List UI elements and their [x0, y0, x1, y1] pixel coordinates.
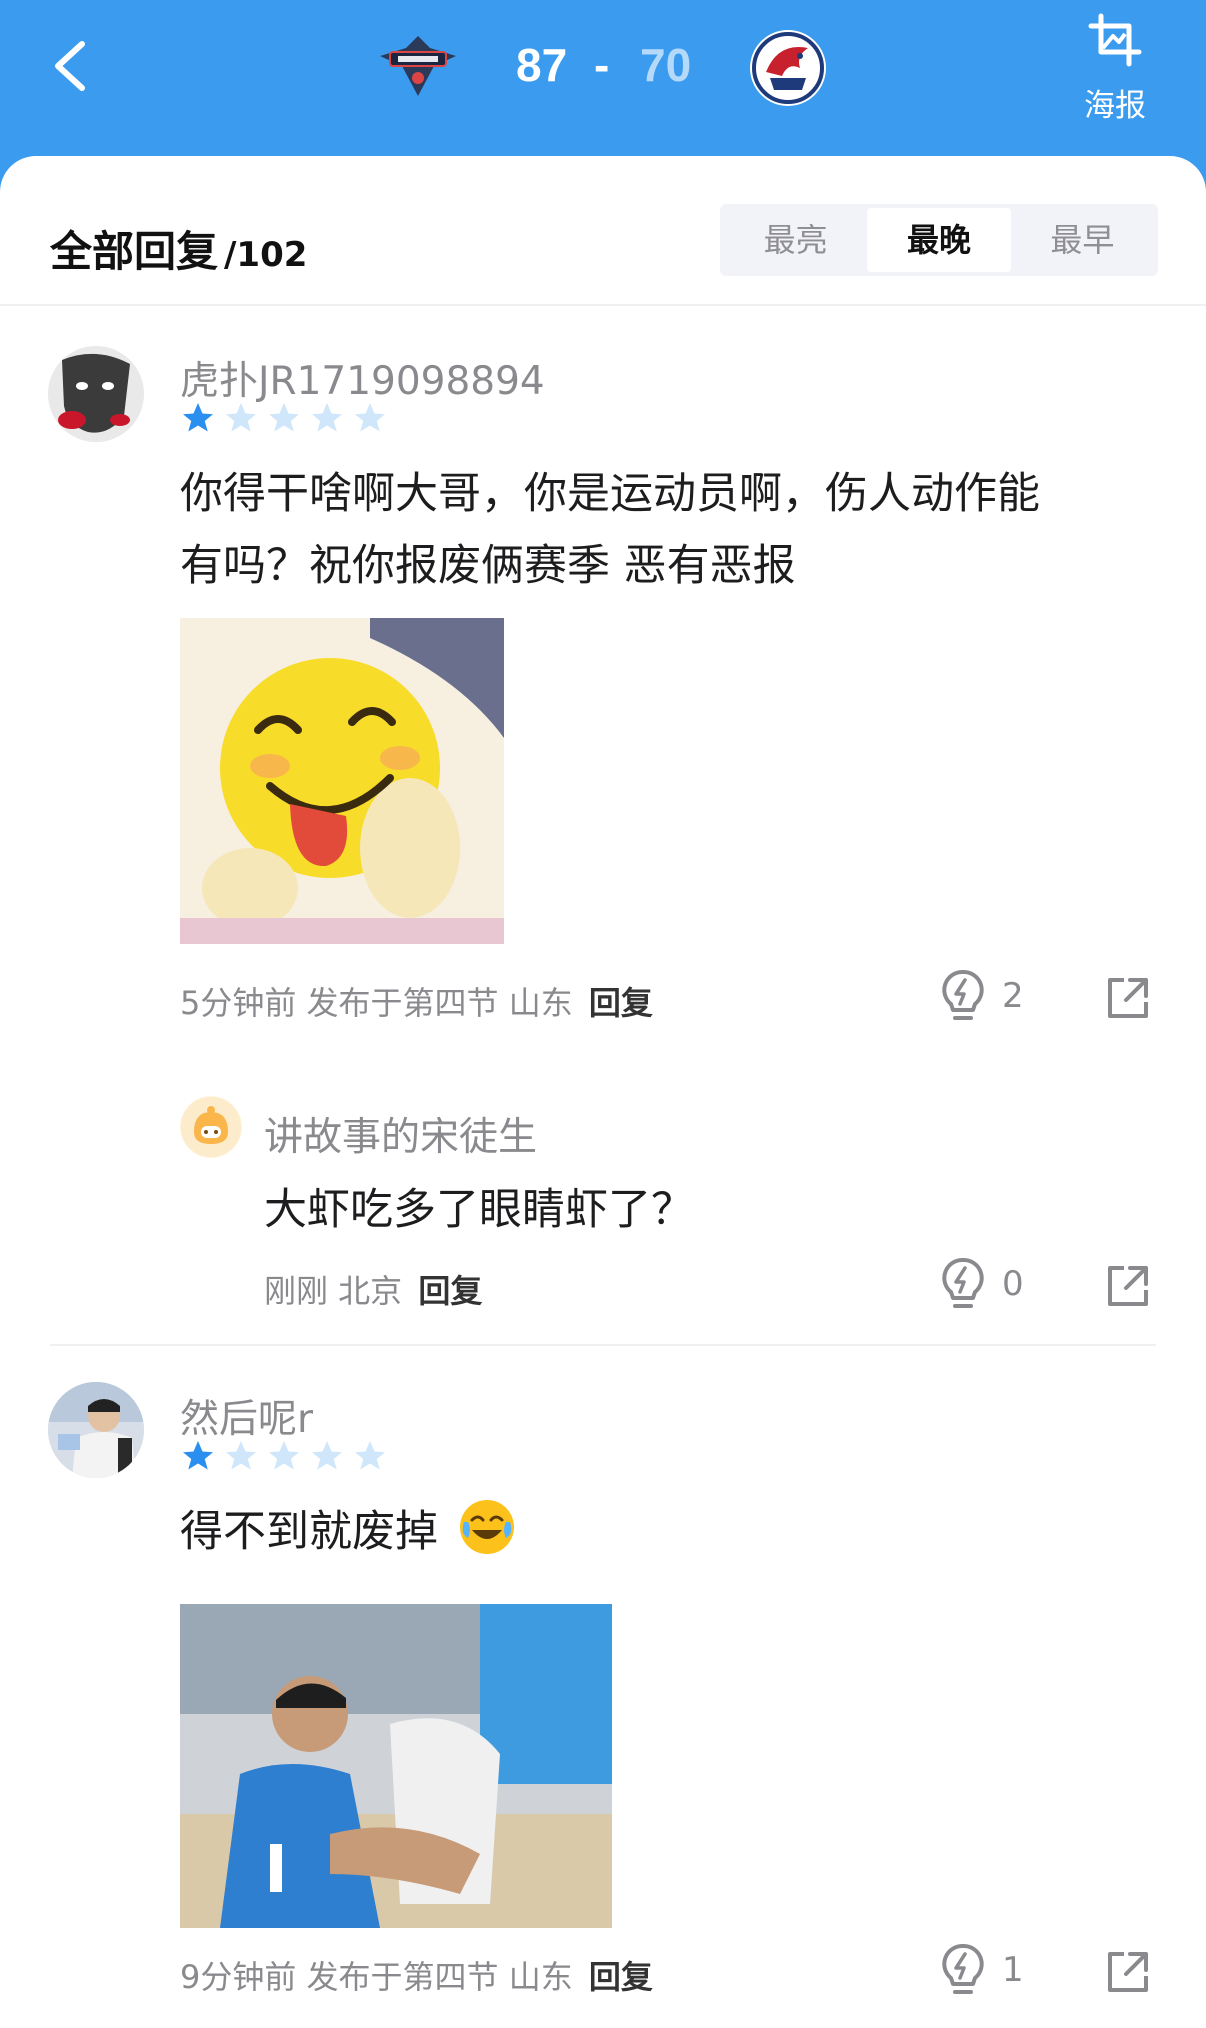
- comment-meta: 5分钟前 发布于第四节 山东 回复: [180, 978, 653, 1024]
- comment-text-line: 你得干啥啊大哥，你是运动员啊，伤人动作能: [180, 469, 1040, 519]
- username[interactable]: 讲故事的宋徒生: [264, 1106, 537, 1162]
- username[interactable]: 然后呢r: [180, 1388, 313, 1444]
- replies-header: 全部回复/102 最亮 最晚 最早: [0, 156, 1206, 306]
- avatar[interactable]: [48, 346, 144, 442]
- comment-text: 得不到就废掉: [180, 1496, 1160, 1568]
- away-team-logo[interactable]: [748, 28, 828, 108]
- replies-title: 全部回复/102: [50, 218, 307, 279]
- like-button[interactable]: 0: [940, 1256, 1050, 1316]
- like-button[interactable]: 1: [940, 1942, 1050, 2002]
- star-rating: [180, 400, 388, 436]
- star-empty-icon: [269, 1441, 299, 1470]
- reply-button[interactable]: 回复: [589, 984, 653, 1022]
- home-team-logo[interactable]: [376, 30, 460, 102]
- chevron-left-icon: [55, 41, 85, 91]
- comment-text-content: 得不到就废掉: [180, 1507, 438, 1557]
- avatar[interactable]: [180, 1096, 242, 1158]
- tab-earliest[interactable]: 最早: [1011, 208, 1154, 272]
- laughing-crying-emoji-icon: [459, 1500, 514, 1554]
- comment-text: 你得干啥啊大哥，你是运动员啊，伤人动作能 有吗？祝你报废俩赛季 恶有恶报: [180, 458, 1160, 602]
- comment-meta: 刚刚 北京 回复: [264, 1266, 482, 1312]
- back-button[interactable]: [44, 36, 104, 96]
- poster-button[interactable]: 海报: [1070, 12, 1160, 124]
- like-count: 0: [1002, 1264, 1024, 1304]
- tab-brightest[interactable]: 最亮: [724, 208, 867, 272]
- lightbulb-icon: [942, 1943, 984, 1994]
- share-icon[interactable]: [1106, 1950, 1150, 1994]
- username[interactable]: 虎扑JR1719098894: [180, 350, 545, 406]
- comment-divider: [50, 1344, 1156, 1346]
- avatar[interactable]: [48, 1382, 144, 1478]
- lightbulb-icon: [942, 1257, 984, 1308]
- star-empty-icon: [226, 403, 256, 432]
- star-empty-icon: [226, 1441, 256, 1470]
- star-filled-icon: [183, 1441, 213, 1470]
- share-icon[interactable]: [1106, 976, 1150, 1020]
- away-score: 70: [640, 39, 692, 91]
- star-empty-icon: [355, 403, 385, 432]
- comment-time-location: 刚刚 北京: [264, 1272, 403, 1310]
- score-separator: -: [594, 39, 610, 91]
- comment-time-location: 5分钟前 发布于第四节 山东: [180, 984, 573, 1022]
- comment-meta: 9分钟前 发布于第四节 山东 回复: [180, 1952, 653, 1998]
- comment-time-location: 9分钟前 发布于第四节 山东: [180, 1958, 573, 1996]
- star-empty-icon: [312, 1441, 342, 1470]
- comment-text-line: 有吗？祝你报废俩赛季 恶有恶报: [180, 541, 796, 591]
- reply-button[interactable]: 回复: [589, 1958, 653, 1996]
- star-empty-icon: [269, 403, 299, 432]
- home-score: 87: [516, 39, 568, 91]
- replies-count: /102: [224, 235, 308, 275]
- like-count: 1: [1002, 1950, 1024, 1990]
- tab-latest[interactable]: 最晚: [867, 208, 1011, 272]
- replies-title-text: 全部回复: [50, 227, 219, 276]
- star-empty-icon: [355, 1441, 385, 1470]
- lightbulb-icon: [942, 969, 984, 1020]
- share-icon[interactable]: [1106, 1264, 1150, 1308]
- replies-card: 全部回复/102 最亮 最晚 最早 虎扑JR1719098894 你得干啥啊大哥…: [0, 156, 1206, 2028]
- comment-image[interactable]: [180, 618, 504, 944]
- game-header: 87 - 70 海报: [0, 0, 1206, 160]
- like-button[interactable]: 2: [940, 968, 1050, 1028]
- like-count: 2: [1002, 976, 1024, 1016]
- comment-text: 大虾吃多了眼睛虾了？: [264, 1185, 694, 1235]
- comment-image[interactable]: [180, 1604, 612, 1928]
- star-empty-icon: [312, 403, 342, 432]
- sort-tabs: 最亮 最晚 最早: [720, 204, 1158, 276]
- star-filled-icon: [183, 403, 213, 432]
- poster-label: 海报: [1084, 88, 1146, 124]
- star-rating: [180, 1438, 388, 1474]
- reply-button[interactable]: 回复: [418, 1272, 482, 1310]
- poster-image-icon: [1088, 13, 1142, 67]
